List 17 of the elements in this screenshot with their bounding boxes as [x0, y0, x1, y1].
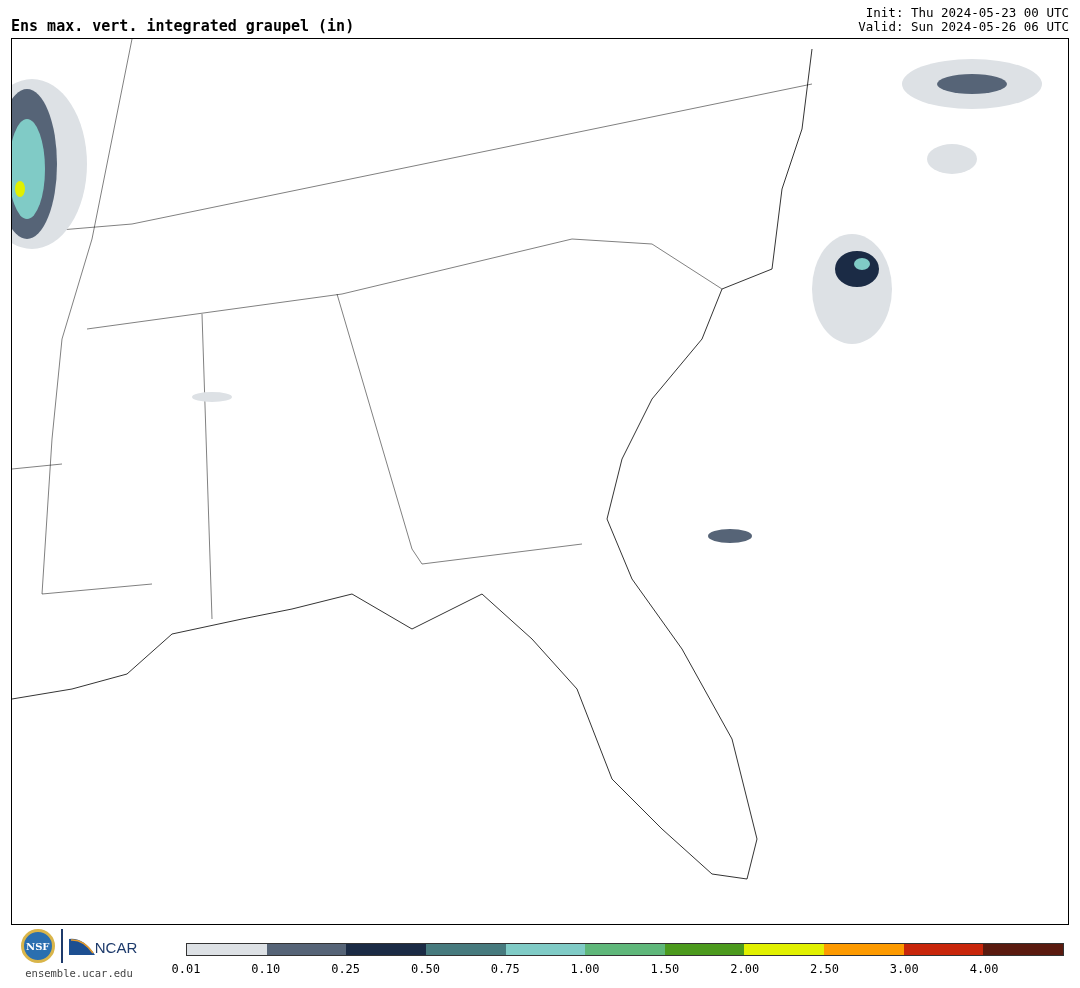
init-time: Init: Thu 2024-05-23 00 UTC — [865, 6, 1069, 20]
tick-label: 0.75 — [490, 961, 520, 978]
tick-label: 0.25 — [331, 961, 361, 978]
ncar-logo: NCAR — [68, 937, 138, 955]
tick-label: 1.50 — [650, 961, 680, 978]
tick-label: 3.00 — [889, 961, 919, 978]
chart-title: Ens max. vert. integrated graupel (in) — [11, 19, 355, 34]
tick-label: 0.10 — [251, 961, 281, 978]
site-url: ensemble.ucar.edu — [25, 966, 133, 981]
tick-label: 4.00 — [969, 961, 999, 978]
tick-label: 2.50 — [810, 961, 839, 978]
tick-label: 0.01 — [171, 961, 201, 978]
tick-label: 0.50 — [411, 961, 440, 978]
nsf-logo: NSF — [20, 929, 55, 963]
tick-label: 1.00 — [570, 961, 600, 978]
tick-label: 2.00 — [730, 961, 760, 978]
valid-time: Valid: Sun 2024-05-26 06 UTC — [858, 20, 1069, 34]
